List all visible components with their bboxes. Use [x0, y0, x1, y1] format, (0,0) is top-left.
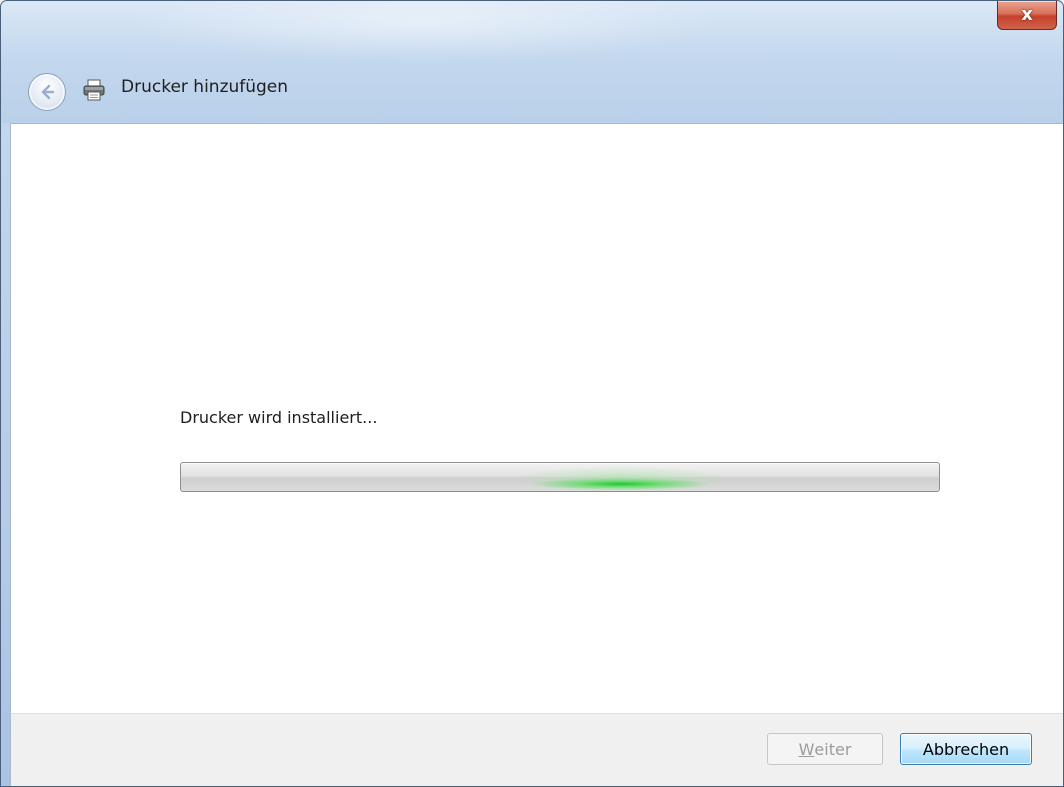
back-button[interactable] — [28, 73, 66, 111]
cancel-button-label: Abbrechen — [922, 739, 1010, 759]
close-button[interactable]: x — [997, 1, 1057, 30]
title-bar: x Drucker hinzufügen — [1, 1, 1063, 123]
progress-marquee-glow — [521, 463, 721, 491]
wizard-footer: Weiter Abbrechen — [10, 713, 1063, 786]
printer-icon — [83, 79, 105, 101]
add-printer-window: x Drucker hinzufügen Drucker wird instal… — [0, 0, 1064, 787]
close-icon: x — [1021, 4, 1033, 25]
next-button-label: eiter — [814, 739, 852, 759]
next-button[interactable]: Weiter — [767, 733, 883, 765]
back-arrow-icon — [41, 84, 55, 100]
window-title: Drucker hinzufügen — [121, 77, 289, 97]
cancel-button[interactable]: Abbrechen — [900, 733, 1032, 765]
install-status-text: Drucker wird installiert... — [180, 408, 378, 427]
next-button-accelerator: W — [798, 739, 815, 759]
wizard-content: Drucker wird installiert... — [10, 123, 1063, 714]
install-progress-bar — [180, 462, 940, 492]
